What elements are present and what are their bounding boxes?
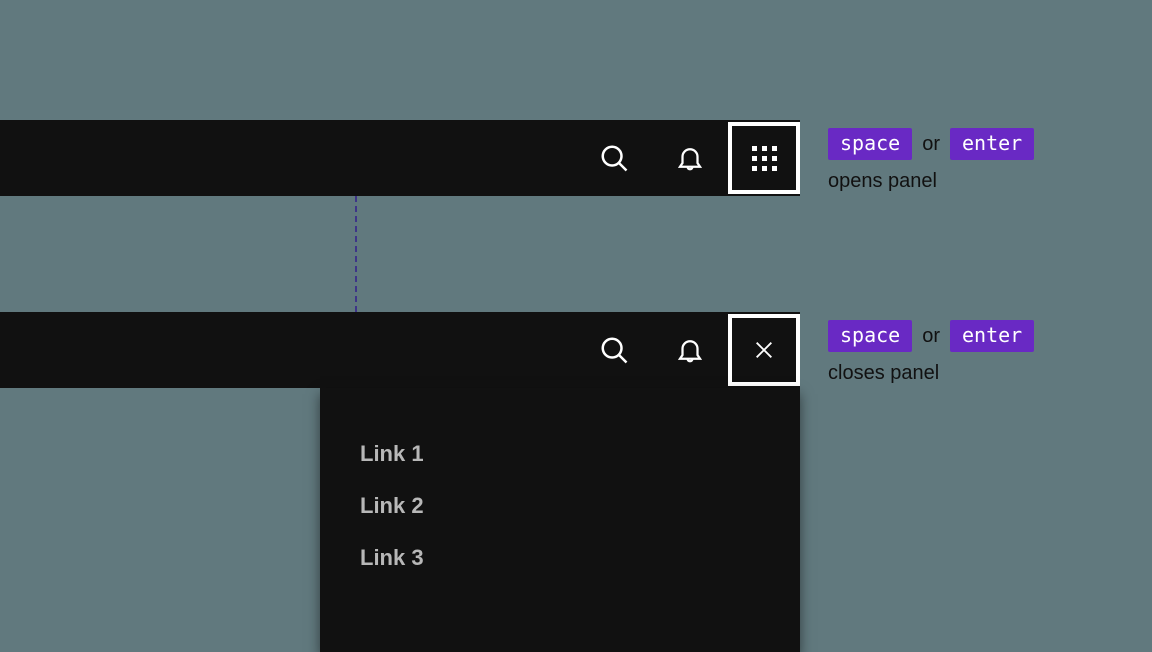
search-icon[interactable]: [576, 120, 652, 196]
app-switcher-button[interactable]: [728, 122, 800, 194]
annotation-closes: space or enter closes panel: [828, 320, 1034, 385]
closes-panel-label: closes panel: [828, 362, 1034, 385]
connector-line: [355, 196, 357, 312]
header-nav-open: [0, 312, 800, 388]
panel-link-1[interactable]: Link 1: [360, 428, 760, 480]
bell-icon[interactable]: [652, 120, 728, 196]
opens-panel-label: opens panel: [828, 170, 1034, 193]
switcher-panel: Link 1 Link 2 Link 3: [320, 388, 800, 652]
close-icon: [753, 339, 775, 361]
app-switcher-close-button[interactable]: [728, 314, 800, 386]
key-space: space: [828, 128, 912, 160]
key-enter: enter: [950, 128, 1034, 160]
text-or: or: [922, 133, 940, 156]
key-space: space: [828, 320, 912, 352]
search-icon[interactable]: [576, 312, 652, 388]
panel-link-3[interactable]: Link 3: [360, 532, 760, 584]
grid-icon: [752, 146, 777, 171]
header-nav-closed: [0, 120, 800, 196]
text-or: or: [922, 325, 940, 348]
bell-icon[interactable]: [652, 312, 728, 388]
key-enter: enter: [950, 320, 1034, 352]
annotation-opens: space or enter opens panel: [828, 128, 1034, 193]
panel-link-2[interactable]: Link 2: [360, 480, 760, 532]
